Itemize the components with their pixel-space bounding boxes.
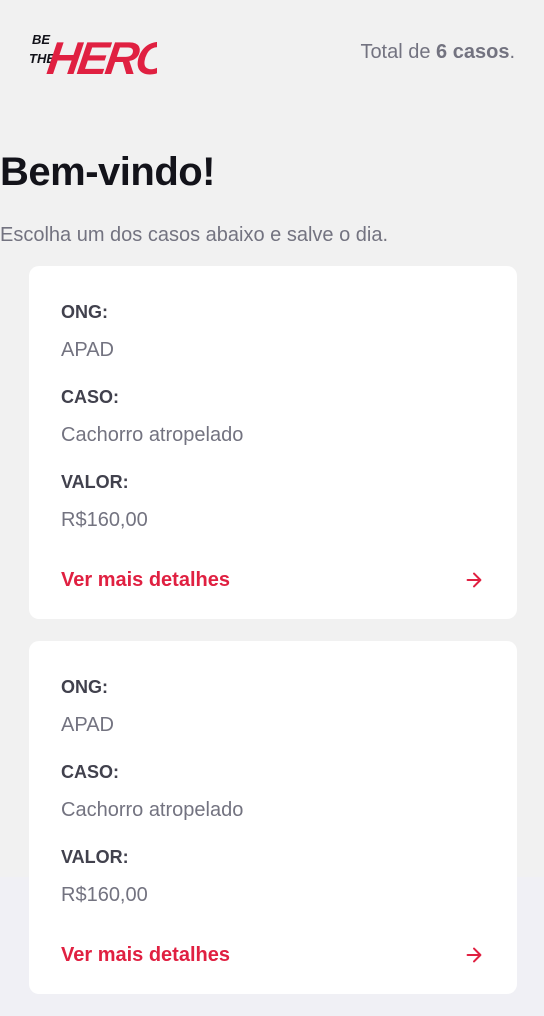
- value-label: VALOR:: [61, 472, 129, 492]
- arrow-right-icon: [466, 947, 482, 963]
- page-subtitle: Escolha um dos casos abaixo e salve o di…: [0, 224, 388, 246]
- ong-value: APAD: [61, 714, 114, 736]
- details-button-label: Ver mais detalhes: [61, 944, 230, 966]
- page-title: Bem-vindo!: [0, 150, 216, 194]
- incident-card: ONG: APAD CASO: Cachorro atropelado VALO…: [29, 641, 517, 994]
- ong-value: APAD: [61, 339, 114, 361]
- be-the-hero-logo: BE THE HERO: [29, 32, 157, 80]
- value-amount: R$160,00: [61, 884, 148, 906]
- case-value: Cachorro atropelado: [61, 799, 244, 821]
- ong-label: ONG:: [61, 302, 108, 322]
- total-suffix: .: [509, 41, 515, 63]
- case-label: CASO:: [61, 762, 119, 782]
- header: BE THE HERO Total de 6 casos.: [29, 0, 515, 110]
- total-prefix: Total de: [360, 41, 437, 63]
- total-count: 6 casos: [436, 41, 510, 63]
- incident-card: ONG: APAD CASO: Cachorro atropelado VALO…: [29, 266, 517, 619]
- svg-text:HERO: HERO: [44, 32, 157, 80]
- details-button-label: Ver mais detalhes: [61, 569, 230, 591]
- arrow-right-icon: [466, 572, 482, 588]
- ong-label: ONG:: [61, 677, 108, 697]
- value-label: VALOR:: [61, 847, 129, 867]
- details-button[interactable]: Ver mais detalhes: [61, 942, 485, 968]
- case-value: Cachorro atropelado: [61, 424, 244, 446]
- incident-list: ONG: APAD CASO: Cachorro atropelado VALO…: [29, 266, 517, 1016]
- case-label: CASO:: [61, 387, 119, 407]
- value-amount: R$160,00: [61, 509, 148, 531]
- details-button[interactable]: Ver mais detalhes: [61, 567, 485, 593]
- svg-text:BE: BE: [32, 32, 50, 47]
- total-cases-counter: Total de 6 casos.: [360, 40, 515, 64]
